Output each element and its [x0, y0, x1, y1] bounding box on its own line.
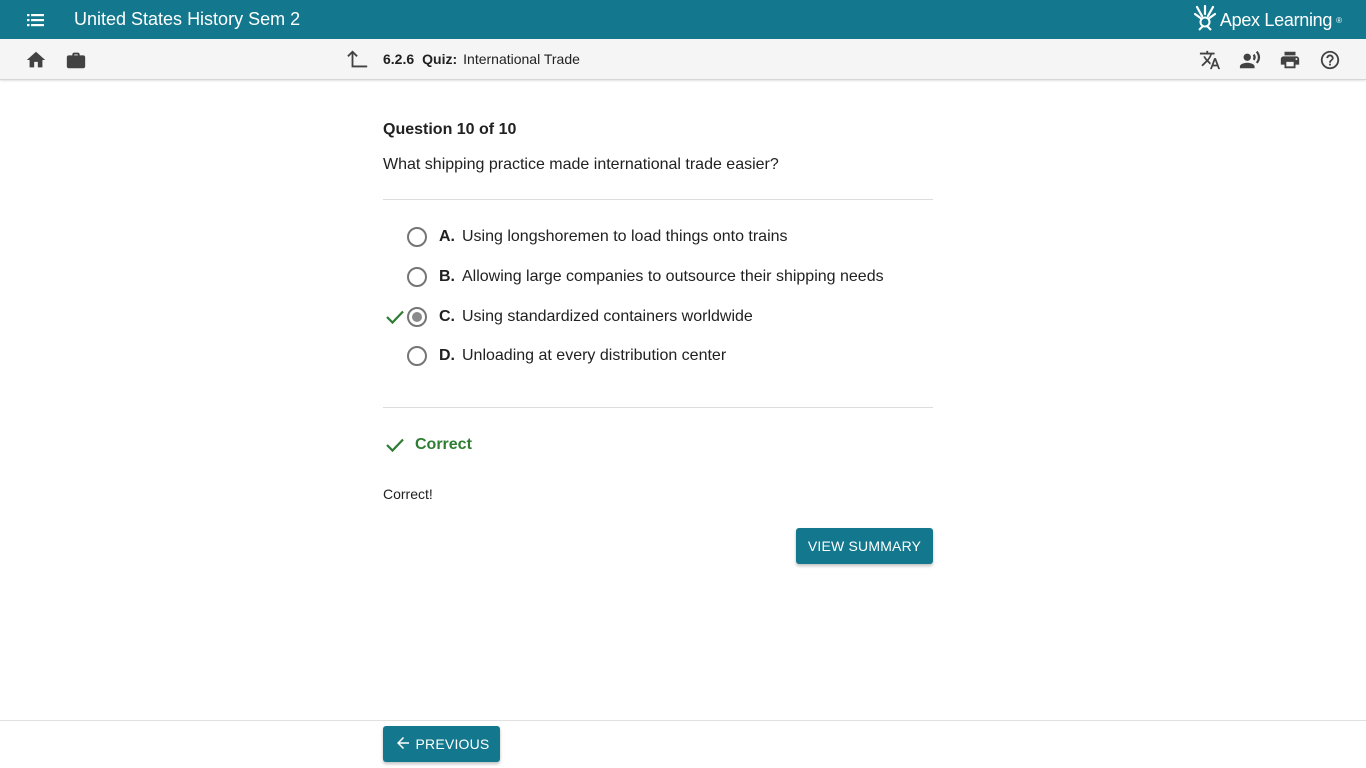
answer-option-c[interactable]: C. Using standardized containers worldwi… [383, 302, 933, 332]
translate-icon[interactable] [1199, 49, 1221, 71]
radio-button[interactable] [407, 346, 427, 366]
question-number: Question 10 of 10 [383, 121, 517, 138]
home-icon[interactable] [25, 49, 47, 71]
registered-mark: ® [1336, 15, 1342, 25]
previous-label: PREVIOUS [415, 736, 490, 752]
app-bar: United States History Sem 2 Apex Learnin… [0, 0, 1366, 39]
lesson-code: 6.2.6 [383, 51, 415, 67]
brand-logo: Apex Learning ® [1193, 4, 1342, 36]
brand-name: Apex Learning [1219, 9, 1333, 30]
option-letter: A. [439, 228, 455, 245]
option-text: Unloading at every distribution center [462, 347, 727, 364]
print-icon[interactable] [1279, 49, 1301, 71]
arrow-left-icon [394, 734, 412, 755]
breadcrumb: 6.2.6 Quiz: International Trade [383, 51, 580, 67]
radio-button[interactable] [407, 267, 427, 287]
option-letter: D. [439, 347, 455, 364]
option-letter: C. [439, 308, 455, 325]
answer-option-d[interactable]: D. Unloading at every distribution cente… [383, 341, 933, 371]
option-text: Allowing large companies to outsource th… [462, 268, 884, 285]
divider [383, 407, 933, 408]
option-letter: B. [439, 268, 455, 285]
activity-title: International Trade [463, 51, 580, 67]
view-summary-button[interactable]: VIEW SUMMARY [796, 528, 933, 564]
answer-option-b[interactable]: B. Allowing large companies to outsource… [383, 262, 933, 292]
bottom-navigation: PREVIOUS [0, 720, 1366, 768]
course-title: United States History Sem 2 [74, 9, 301, 29]
check-icon [385, 436, 405, 454]
question-text: What shipping practice made internationa… [383, 156, 779, 173]
divider [383, 199, 933, 200]
help-icon[interactable] [1319, 49, 1341, 71]
radio-button-selected[interactable] [407, 307, 427, 327]
menu-icon[interactable] [22, 10, 50, 30]
option-text: Using standardized containers worldwide [462, 308, 753, 325]
radio-button[interactable] [407, 227, 427, 247]
previous-button[interactable]: PREVIOUS [383, 726, 500, 762]
correct-check-icon [385, 309, 405, 325]
answer-option-a[interactable]: A. Using longshoremen to load things ont… [383, 222, 933, 252]
result-label: Correct [415, 436, 472, 453]
activity-type: Quiz: [422, 51, 458, 67]
up-arrow-icon[interactable] [347, 49, 369, 71]
text-to-speech-icon[interactable] [1239, 49, 1261, 71]
toolbar: 6.2.6 Quiz: International Trade [0, 39, 1366, 80]
option-text: Using longshoremen to load things onto t… [462, 228, 788, 245]
briefcase-icon[interactable] [65, 49, 87, 71]
apex-sun-logo-icon [1193, 4, 1217, 36]
feedback-text: Correct! [383, 486, 433, 502]
